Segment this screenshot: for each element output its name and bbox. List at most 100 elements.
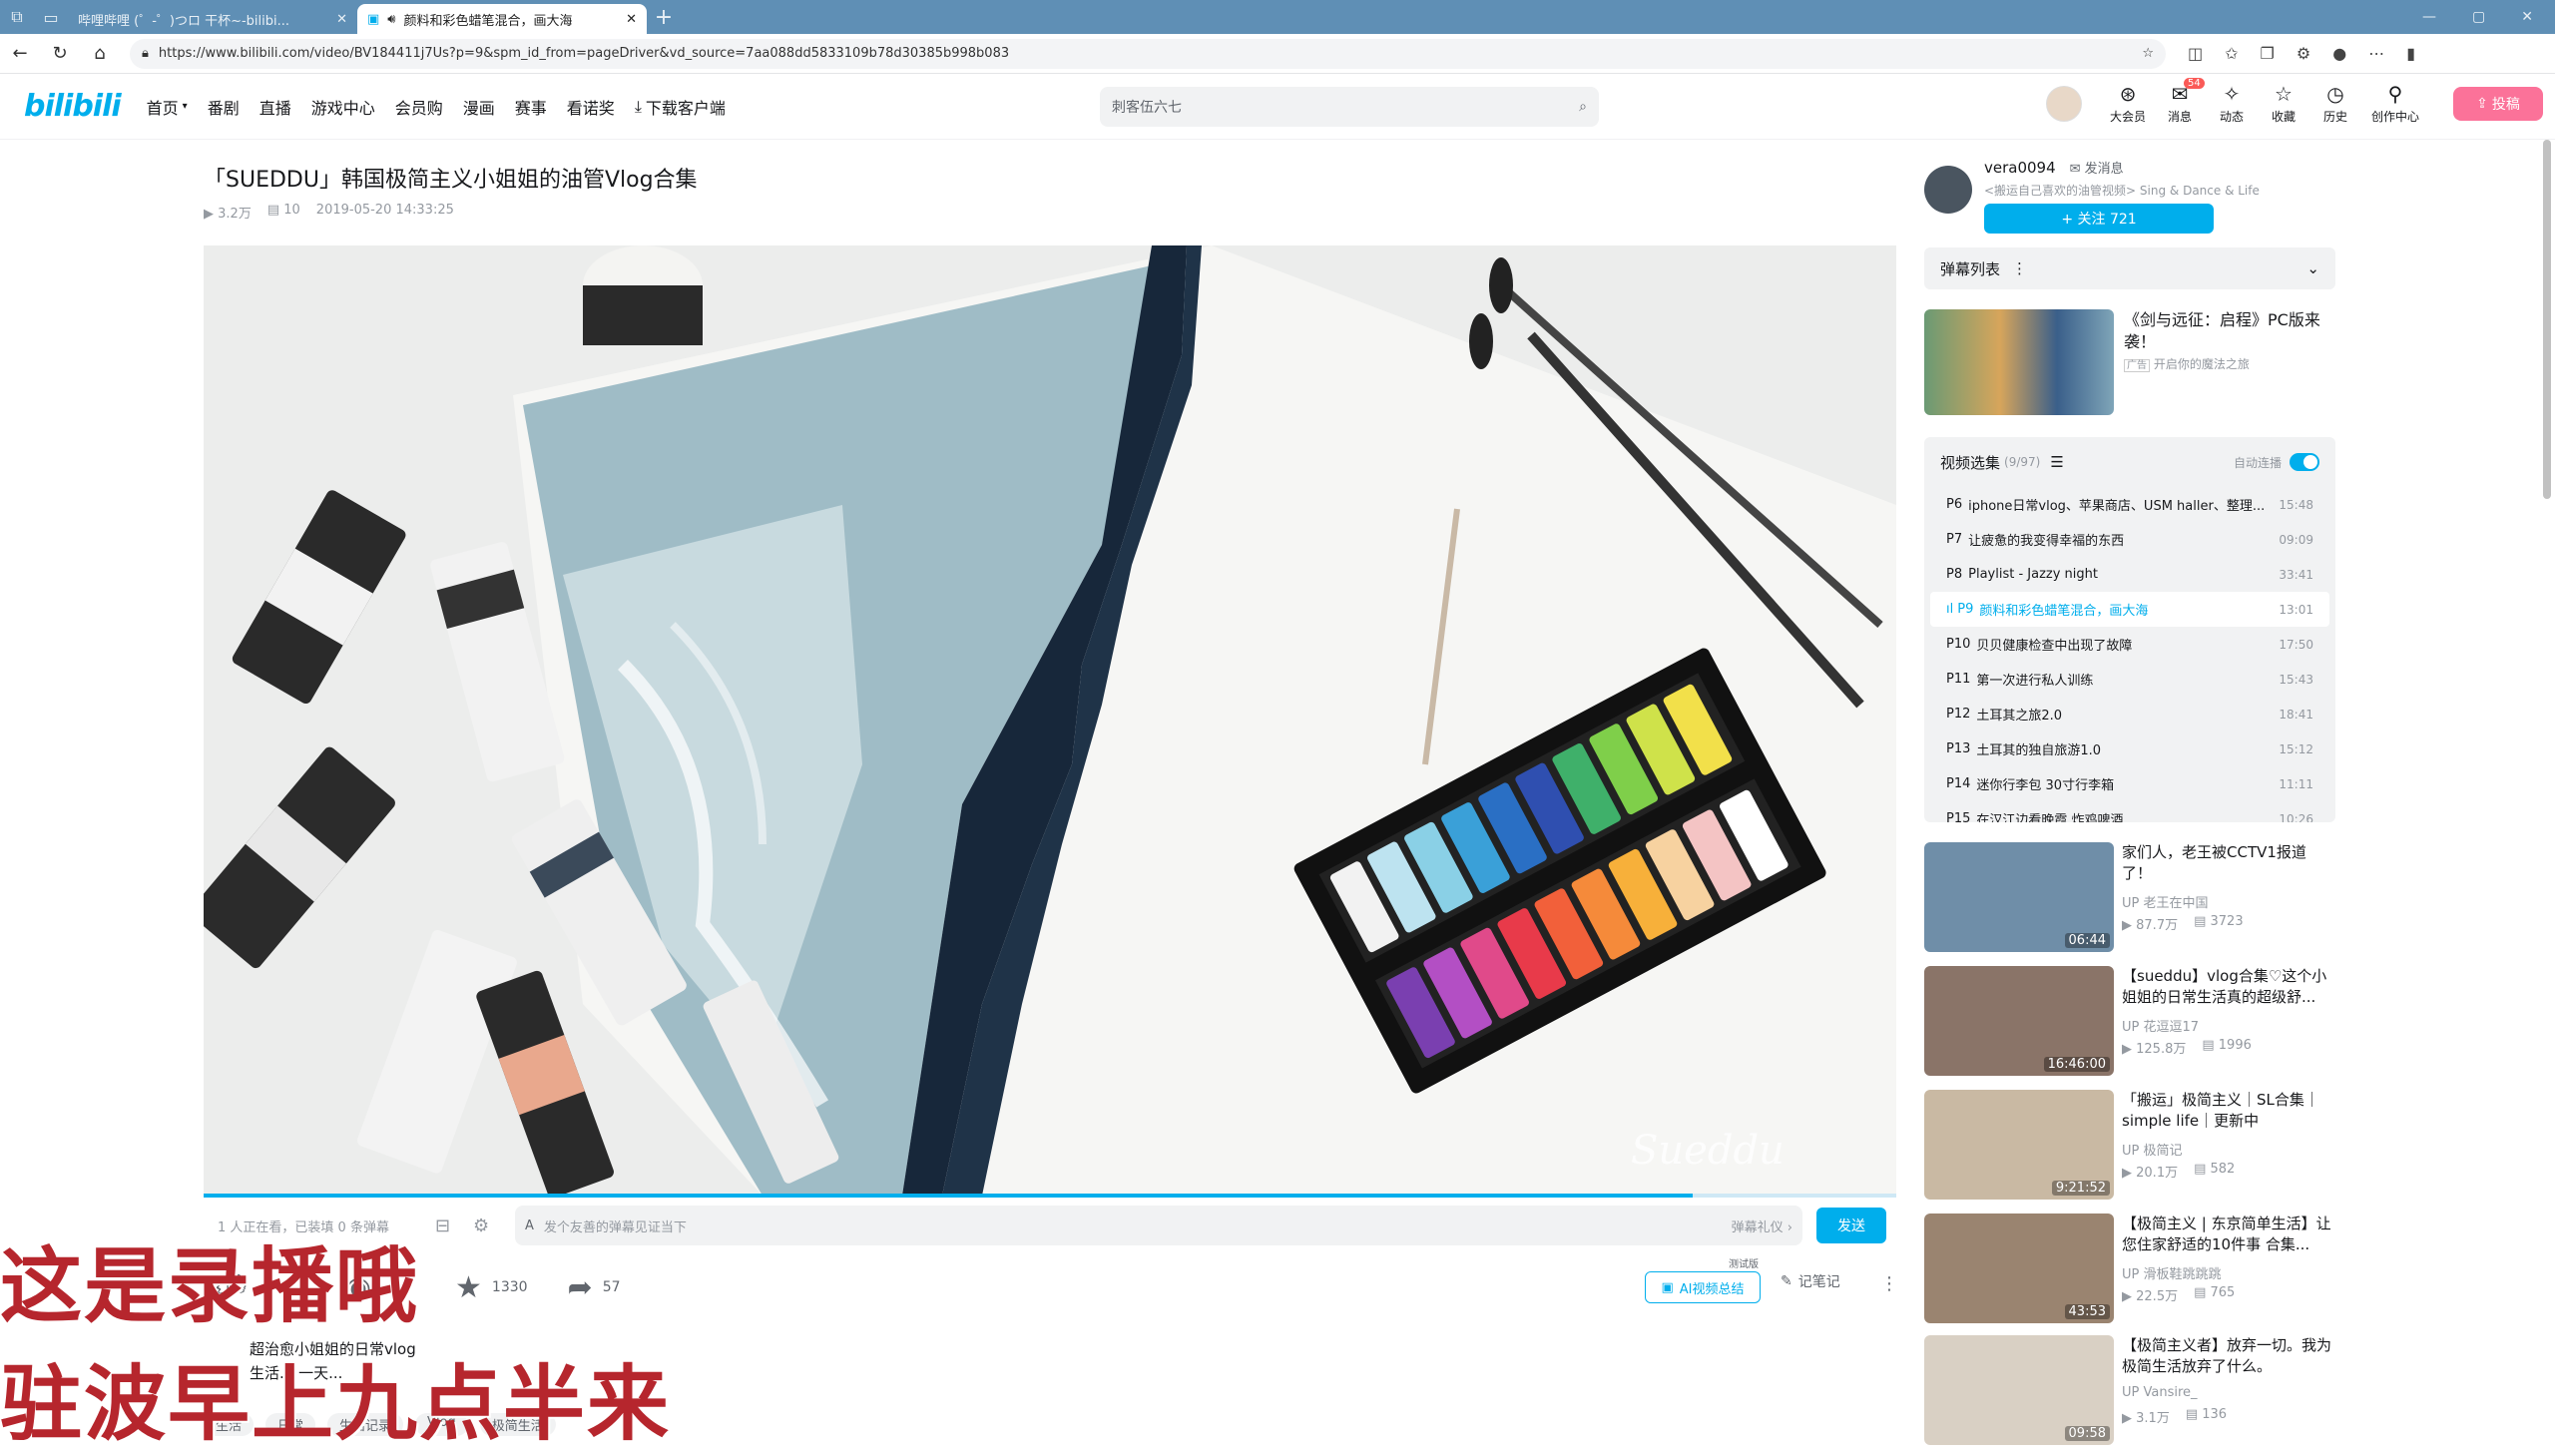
share-button[interactable]: ➦ 57 bbox=[568, 1270, 621, 1305]
recommend-title[interactable]: 【极简主义者】放弃一切。我为极简生活放弃了什么。 bbox=[2122, 1335, 2335, 1377]
page-scrollbar[interactable] bbox=[2543, 140, 2551, 499]
minimize-icon[interactable]: — bbox=[2422, 9, 2436, 25]
uploader-name[interactable]: vera0094 bbox=[1984, 159, 2056, 177]
danmaku-settings-icon[interactable]: ⚙ bbox=[473, 1215, 489, 1236]
dynamic-entry[interactable]: ✧ 动态 bbox=[2214, 82, 2250, 125]
danmaku-input-box[interactable]: A 发个友善的弹幕见证当下 弹幕礼仪 › bbox=[515, 1206, 1802, 1245]
search-box[interactable]: 刺客伍六七 ⌕ bbox=[1100, 87, 1599, 127]
home-icon[interactable]: ⌂ bbox=[80, 34, 120, 74]
tab-actions-icon[interactable]: ▭ bbox=[34, 0, 68, 34]
follow-button[interactable]: + 关注 721 bbox=[1984, 204, 2214, 234]
recommend-thumbnail[interactable]: 9:21:52 bbox=[1924, 1090, 2114, 1200]
episode-item[interactable]: P13 土耳其的独自旅游1.0 15:12 bbox=[1930, 731, 2329, 766]
ai-summary-button[interactable]: ▣ AI视频总结 bbox=[1645, 1271, 1761, 1303]
nav-mall[interactable]: 会员购 bbox=[395, 95, 443, 119]
recommend-title[interactable]: 【sueddu】vlog合集♡这个小姐姐的日常生活真的超级舒... bbox=[2122, 966, 2335, 1008]
speaker-icon[interactable]: 🔊︎ bbox=[387, 12, 395, 27]
nav-download[interactable]: ⤓ 下载客户端 bbox=[635, 95, 726, 119]
episode-item[interactable]: P14 迷你行李包 30寸行李箱 11:11 bbox=[1930, 766, 2329, 801]
favorite-button[interactable]: ★ 1330 bbox=[455, 1270, 528, 1305]
nav-game[interactable]: 游戏中心 bbox=[311, 95, 375, 119]
episode-item[interactable]: P11 第一次进行私人训练 15:43 bbox=[1930, 662, 2329, 697]
autoplay-toggle[interactable] bbox=[2290, 453, 2319, 471]
episode-item[interactable]: P7 让疲惫的我变得幸福的东西 09:09 bbox=[1930, 522, 2329, 557]
recommend-title[interactable]: 【极简主义 | 东京简单生活】让您住家舒适的10件事 合集... bbox=[2122, 1213, 2335, 1255]
collections-icon[interactable]: ❐ bbox=[2261, 44, 2275, 63]
recommend-uploader[interactable]: UP 滑板鞋跳跳跳 bbox=[2122, 1263, 2222, 1282]
browser-tab-2[interactable]: ▣ 🔊︎ 颜料和彩色蜡笔混合，画大海 ✕ bbox=[357, 4, 647, 34]
favorites-icon[interactable]: ✩ bbox=[2225, 44, 2238, 63]
send-message-link[interactable]: ✉ 发消息 bbox=[2070, 158, 2124, 177]
nav-match[interactable]: 赛事 bbox=[515, 95, 547, 119]
bilibili-logo[interactable]: bilibili bbox=[24, 89, 122, 124]
kebab-icon[interactable]: ⋮ bbox=[2012, 259, 2306, 277]
recommend-uploader[interactable]: UP 老王在中国 bbox=[2122, 892, 2209, 911]
sidebar-icon[interactable]: ▮ bbox=[2406, 44, 2415, 63]
user-avatar[interactable] bbox=[2046, 85, 2082, 122]
danmaku-etiquette-link[interactable]: 弹幕礼仪 › bbox=[1732, 1216, 1792, 1235]
episode-item[interactable]: P6 iphone日常vlog、苹果商店、USM haller、整理... 15:4… bbox=[1930, 487, 2329, 522]
episode-item[interactable]: P8 Playlist - Jazzy night 33:41 bbox=[1930, 557, 2329, 592]
bookmark-star-icon[interactable]: ☆ bbox=[2142, 46, 2154, 61]
recommend-thumbnail[interactable]: 16:46:00 bbox=[1924, 966, 2114, 1076]
nav-manga[interactable]: 漫画 bbox=[463, 95, 495, 119]
ad-card[interactable]: 《剑与远征：启程》PC版来袭！ 广告 开启你的魔法之旅 bbox=[1924, 309, 2335, 415]
nav-anime[interactable]: 番剧 bbox=[208, 95, 240, 119]
split-view-icon[interactable]: ◫ bbox=[2188, 44, 2203, 63]
episode-item[interactable]: P12 土耳其之旅2.0 18:41 bbox=[1930, 697, 2329, 731]
search-icon[interactable]: ⌕ bbox=[1579, 99, 1587, 115]
recommend-uploader[interactable]: UP Vansire_ bbox=[2122, 1385, 2198, 1400]
recommend-card[interactable]: 9:21:52 「搬运」极简主义｜SL合集｜simple life｜更新中 UP 极… bbox=[1924, 1090, 2335, 1200]
recommend-title[interactable]: 家们人，老王被CCTV1报道了！ bbox=[2122, 842, 2335, 884]
episode-item[interactable]: P10 贝贝健康检查中出现了故障 17:50 bbox=[1930, 627, 2329, 662]
send-danmaku-button[interactable]: 发送 bbox=[1816, 1208, 1886, 1243]
refresh-icon[interactable]: ↻ bbox=[40, 34, 80, 74]
video-player[interactable]: Sueddu bbox=[204, 245, 1896, 1196]
close-window-icon[interactable]: ✕ bbox=[2521, 9, 2533, 25]
episode-item[interactable]: P15 在汉江边看晚霞 炸鸡啤酒 10:26 bbox=[1930, 801, 2329, 822]
maximize-icon[interactable]: ▢ bbox=[2472, 9, 2485, 25]
danmaku-toggle-icon[interactable]: ⊟ bbox=[435, 1215, 450, 1236]
recommend-uploader[interactable]: UP 极简记 bbox=[2122, 1140, 2183, 1159]
recommend-title[interactable]: 「搬运」极简主义｜SL合集｜simple life｜更新中 bbox=[2122, 1090, 2335, 1132]
danmaku-style-icon[interactable]: A bbox=[525, 1218, 534, 1233]
video-progress[interactable] bbox=[204, 1194, 1896, 1198]
recommend-card[interactable]: 43:53 【极简主义 | 东京简单生活】让您住家舒适的10件事 合集... UP … bbox=[1924, 1213, 2335, 1323]
recommend-uploader[interactable]: UP 花逗逗17 bbox=[2122, 1016, 2199, 1035]
list-icon[interactable]: ☰ bbox=[2050, 453, 2063, 471]
vip-entry[interactable]: ⊛ 大会员 bbox=[2110, 82, 2146, 125]
episode-duration: 10:26 bbox=[2279, 811, 2313, 823]
more-icon[interactable]: ⋮ bbox=[1880, 1273, 1898, 1294]
share-icon: ➦ bbox=[567, 1269, 593, 1305]
browser-tab-1[interactable]: 哔哩哔哩 (゜-゜)つロ 干杯~-bilibi... ✕ bbox=[68, 4, 357, 34]
danmaku-list-toggle[interactable]: 弹幕列表 ⋮ ⌄ bbox=[1924, 247, 2335, 289]
nav-live[interactable]: 直播 bbox=[259, 95, 291, 119]
uploader-avatar[interactable] bbox=[1924, 166, 1972, 214]
back-icon[interactable]: ← bbox=[0, 34, 40, 74]
close-icon[interactable]: ✕ bbox=[626, 12, 637, 27]
new-tab-button[interactable]: + bbox=[647, 0, 681, 34]
favorite-entry[interactable]: ☆ 收藏 bbox=[2266, 82, 2301, 125]
url-bar[interactable]: 🔒︎ https://www.bilibili.com/video/BV1844… bbox=[130, 38, 2166, 69]
notes-button[interactable]: ✎ 记笔记 bbox=[1781, 1271, 1840, 1291]
message-entry[interactable]: ✉ 54 消息 bbox=[2162, 78, 2205, 125]
danmaku-input[interactable]: 发个友善的弹幕见证当下 bbox=[544, 1216, 1722, 1235]
recommend-card[interactable]: 06:44 家们人，老王被CCTV1报道了！ UP 老王在中国 ▶ 87.7万 ▤ 37… bbox=[1924, 842, 2335, 952]
creator-entry[interactable]: ⚲ 创作中心 bbox=[2369, 82, 2421, 125]
upload-button[interactable]: ⇪ 投稿 bbox=[2453, 86, 2543, 121]
search-input[interactable]: 刺客伍六七 bbox=[1112, 97, 1579, 117]
recommend-thumbnail[interactable]: 43:53 bbox=[1924, 1213, 2114, 1323]
profile-icon[interactable]: ● bbox=[2332, 44, 2346, 63]
extensions-icon[interactable]: ⚙ bbox=[2297, 44, 2310, 63]
close-icon[interactable]: ✕ bbox=[336, 12, 347, 27]
episode-item[interactable]: ıl P9 颜料和彩色蜡笔混合，画大海 13:01 bbox=[1930, 592, 2329, 627]
recommend-card[interactable]: 16:46:00 【sueddu】vlog合集♡这个小姐姐的日常生活真的超级舒..… bbox=[1924, 966, 2335, 1076]
recommend-thumbnail[interactable]: 06:44 bbox=[1924, 842, 2114, 952]
menu-icon[interactable]: ⋯ bbox=[2368, 44, 2384, 63]
history-entry[interactable]: ◷ 历史 bbox=[2317, 82, 2353, 125]
recommend-card[interactable]: 09:58 【极简主义者】放弃一切。我为极简生活放弃了什么。 UP Vansire_… bbox=[1924, 1335, 2335, 1445]
nav-home[interactable]: 首页 ▾ bbox=[147, 95, 188, 119]
nav-nobel[interactable]: 看诺奖 bbox=[567, 95, 615, 119]
workspaces-icon[interactable]: ⧉ bbox=[0, 0, 34, 34]
recommend-thumbnail[interactable]: 09:58 bbox=[1924, 1335, 2114, 1445]
